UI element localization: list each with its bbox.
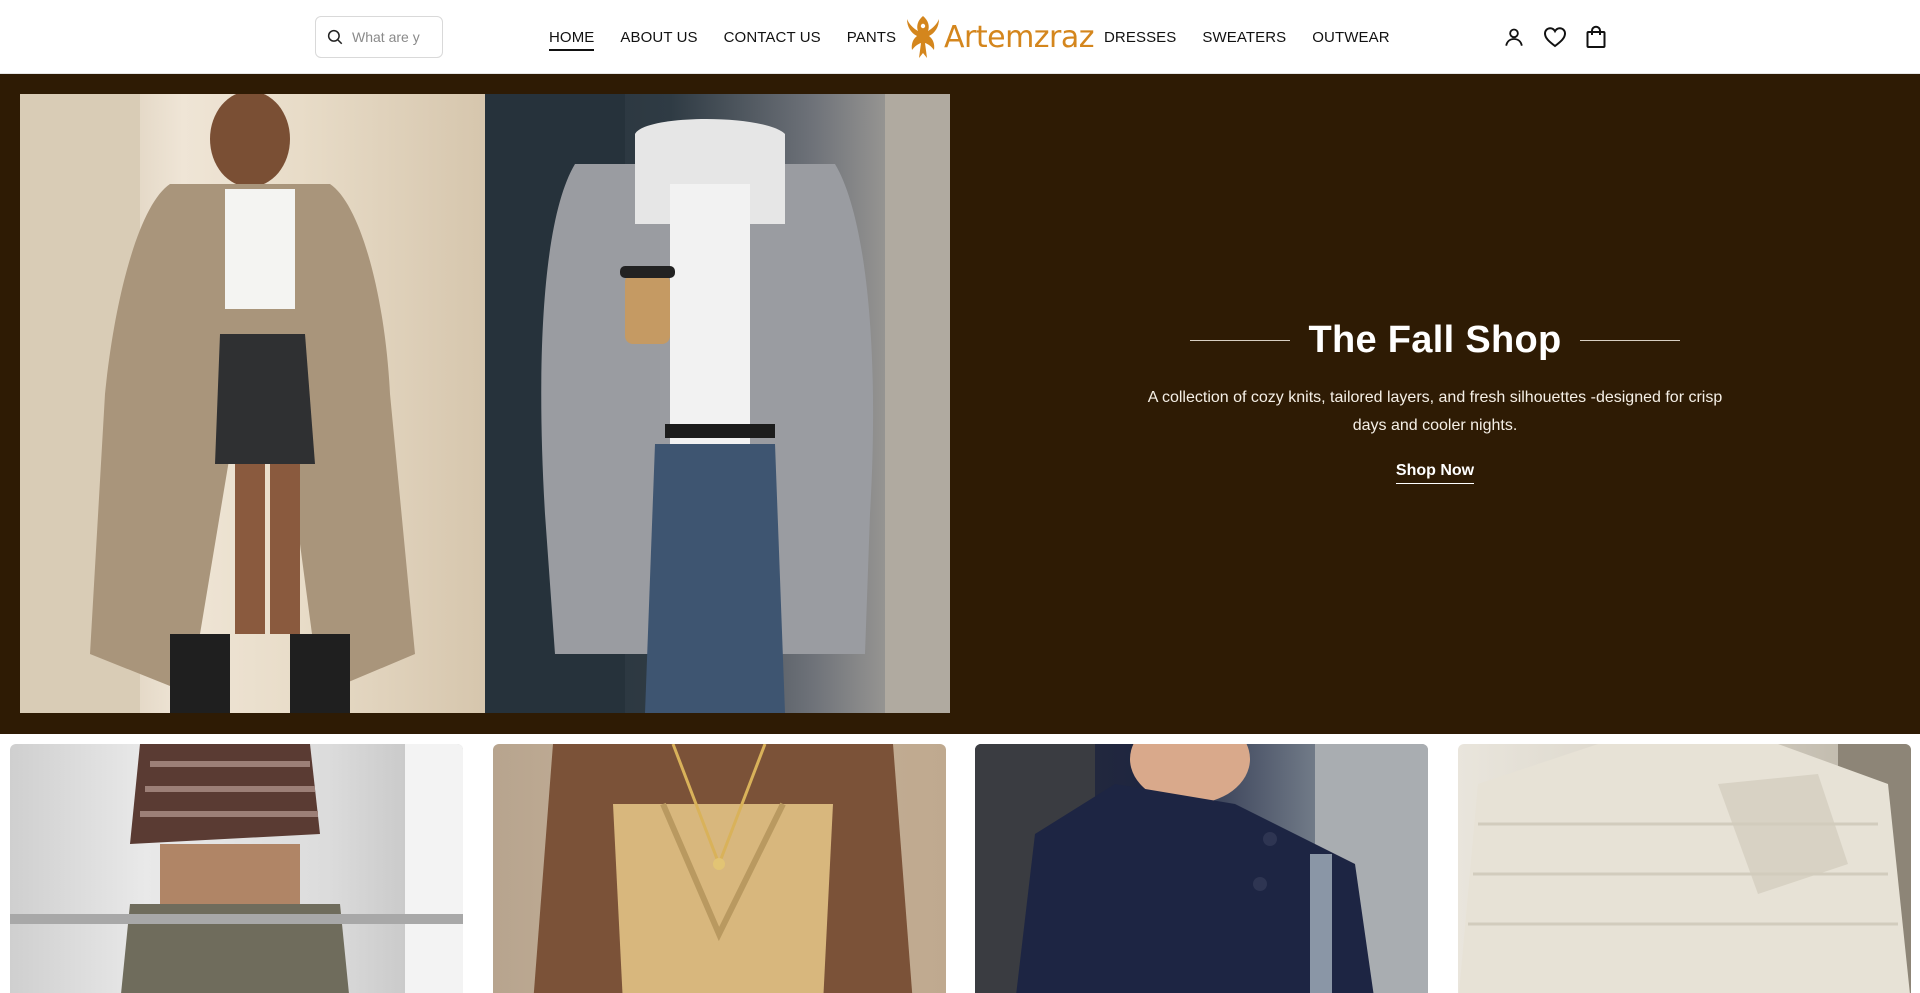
hero-content: The Fall Shop A collection of cozy knits… [1140,319,1730,484]
hero-image-grey-hoodie[interactable] [485,94,950,713]
product-tile-satin-top[interactable] [493,744,946,993]
nav-home[interactable]: HOME [549,25,595,51]
account-icon [1505,28,1523,46]
nav-dresses[interactable]: DRESSES [1104,25,1176,50]
nav-sweaters[interactable]: SWEATERS [1202,25,1286,50]
nav-contact-us[interactable]: CONTACT US [724,25,821,50]
nav-about-us[interactable]: ABOUT US [620,25,697,50]
cream-knit-sweater-photo [1459,744,1911,993]
cart-button[interactable] [1582,22,1610,52]
navy-wool-coat-photo [975,744,1428,993]
header-actions [1500,22,1623,52]
brand-logo[interactable]: Artemzraz [904,10,1095,64]
product-tile-plaid-top[interactable] [10,744,463,993]
featured-products [0,734,1920,993]
hero-title-row: The Fall Shop [1140,319,1730,362]
title-divider-right [1579,340,1680,341]
hero-banner: The Fall Shop A collection of cozy knits… [0,74,1920,734]
wishlist-heart-icon [1543,27,1567,48]
shop-now-link[interactable]: Shop Now [1395,462,1475,484]
search-box[interactable] [315,16,443,58]
brand-name: Artemzraz [944,19,1095,55]
product-tile-navy-coat[interactable] [975,744,1428,993]
search-icon [327,29,343,45]
shopping-bag-icon [1586,25,1606,48]
main-nav-left: HOME ABOUT US CONTACT US PANTS [549,0,922,74]
hero-description: A collection of cozy knits, tailored lay… [1147,389,1723,434]
hero-title: The Fall Shop [1308,319,1562,361]
search-input[interactable] [352,29,424,45]
nav-outwear[interactable]: OUTWEAR [1312,25,1389,50]
phoenix-logo-icon [907,16,939,58]
grey-zip-hoodie-outfit-photo [485,94,950,713]
nav-pants[interactable]: PANTS [847,25,896,50]
plaid-corset-top-photo [10,744,463,993]
wishlist-button[interactable] [1541,22,1569,52]
hero-image-trench-coat[interactable] [20,94,485,713]
account-button[interactable] [1500,22,1528,52]
main-nav-right: DRESSES SWEATERS OUTWEAR [1104,0,1416,74]
satin-cowl-top-photo [533,744,913,993]
product-tile-cream-sweater[interactable] [1458,744,1911,993]
trench-coat-outfit-photo [20,94,415,713]
title-divider-left [1190,340,1291,341]
site-header: HOME ABOUT US CONTACT US PANTS Artemzraz… [0,0,1920,74]
